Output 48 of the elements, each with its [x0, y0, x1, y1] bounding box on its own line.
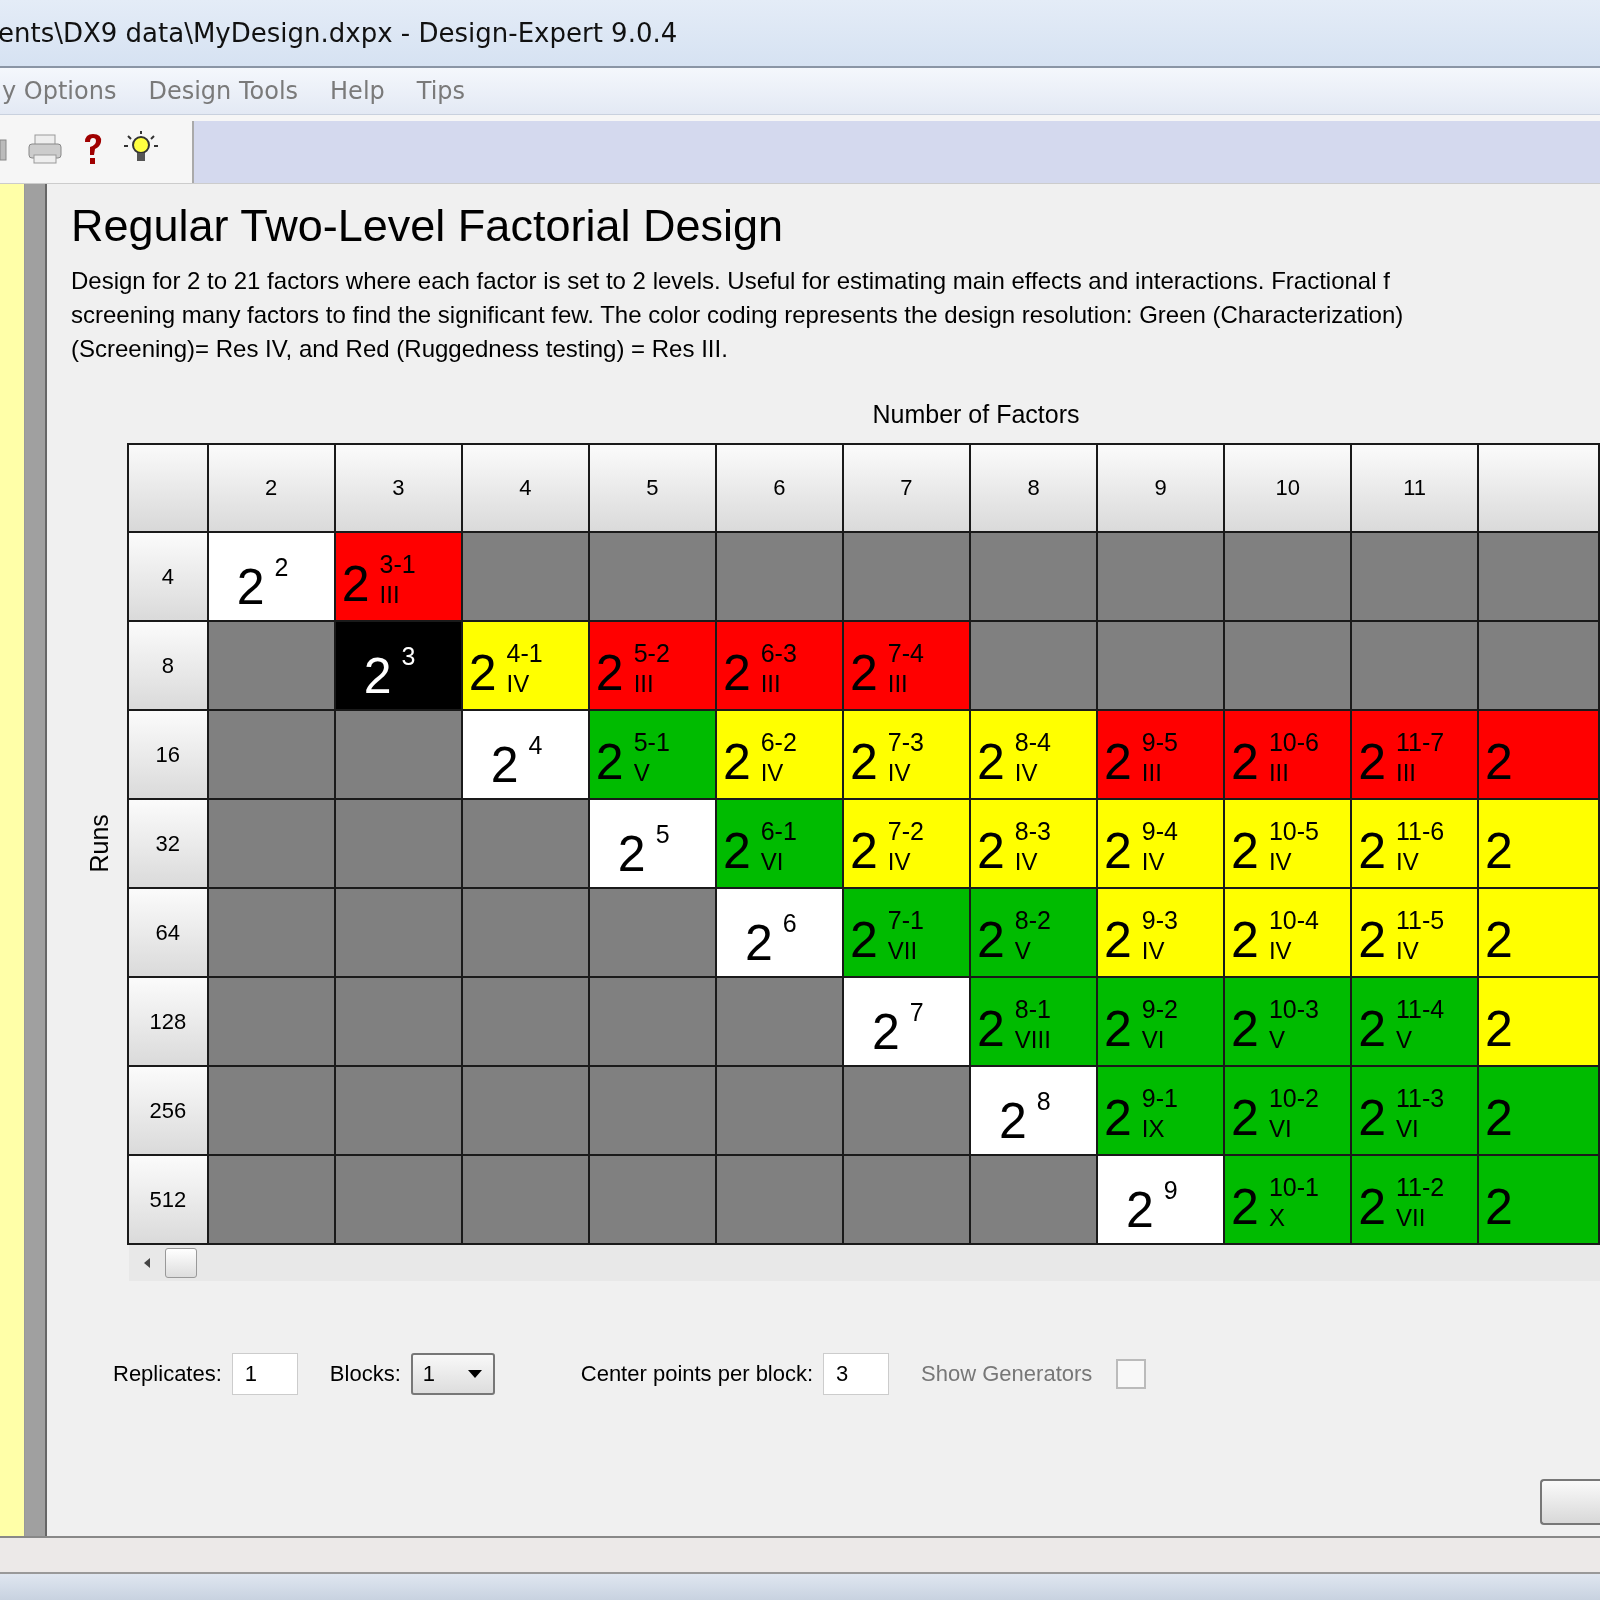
description-text: (Screening)= Res IV, and Red (Ruggedness testing) = Res III.: [71, 334, 729, 364]
description-text: Design for 2 to 21 factors where each factor is set to 2 levels. Useful for estimating main effects and interactions. Fractional f: [71, 266, 1391, 296]
design-cell[interactable]: 2: [1478, 977, 1599, 1066]
column-header: 4: [461, 444, 589, 532]
menu-item[interactable]: Help: [330, 77, 385, 105]
row-header: 16: [128, 710, 208, 799]
column-header: 5: [588, 444, 716, 532]
checkbox-label: Show Generators: [921, 1361, 1093, 1387]
menu-item[interactable]: y Options: [2, 77, 117, 105]
replicates-field[interactable]: 1: [231, 1353, 298, 1395]
scroll-thumb[interactable]: [165, 1248, 197, 1278]
axis-title: Runs: [84, 816, 114, 872]
page-heading: Regular Two-Level Factorial Design: [71, 200, 784, 252]
column-header: 2: [207, 444, 335, 532]
dropdown-caret-icon: [466, 1369, 483, 1379]
row-header: 256: [128, 1066, 208, 1155]
description-text: screening many factors to find the significant few. The color coding represents the design resolution: Green (Characterization): [71, 300, 1405, 330]
field-label: Blocks:: [329, 1361, 401, 1387]
row-header: 64: [128, 888, 208, 977]
design-cell[interactable]: 2: [1478, 888, 1599, 977]
center-points-field[interactable]: 3: [823, 1353, 890, 1395]
row-header: 32: [128, 799, 208, 888]
column-header: 3: [334, 444, 462, 532]
row-header: 4: [128, 532, 208, 621]
row-header: 128: [128, 977, 208, 1066]
axis-title: Number of Factors: [871, 400, 1081, 429]
field-label: Replicates:: [113, 1361, 222, 1387]
menu-item[interactable]: Tips: [416, 77, 466, 105]
column-header: 10: [1224, 444, 1352, 532]
horizontal-scrollbar[interactable]: [129, 1245, 1600, 1281]
button[interactable]: [1540, 1479, 1600, 1525]
column-header: 11: [1351, 444, 1478, 532]
show-generators-checkbox[interactable]: [1116, 1359, 1147, 1389]
design-cell[interactable]: 2: [1478, 799, 1599, 888]
row-header: 512: [128, 1155, 208, 1244]
design-cell[interactable]: 2: [1478, 1155, 1599, 1244]
window-title: ents\DX9 data\MyDesign.dxpx - Design-Expert 9.0.4: [0, 18, 678, 48]
design-cell[interactable]: 2: [1478, 710, 1599, 799]
column-header: 7: [842, 444, 970, 532]
printer-icon[interactable]: [26, 132, 64, 166]
column-header: 6: [715, 444, 843, 532]
menu-item[interactable]: Design Tools: [148, 77, 299, 105]
field-label: Center points per block:: [580, 1361, 814, 1387]
column-header: 8: [970, 444, 1098, 532]
blocks-dropdown[interactable]: 1: [410, 1353, 495, 1395]
row-header: 8: [128, 621, 208, 710]
column-header: 9: [1097, 444, 1225, 532]
design-cell[interactable]: 2: [1478, 1066, 1599, 1155]
